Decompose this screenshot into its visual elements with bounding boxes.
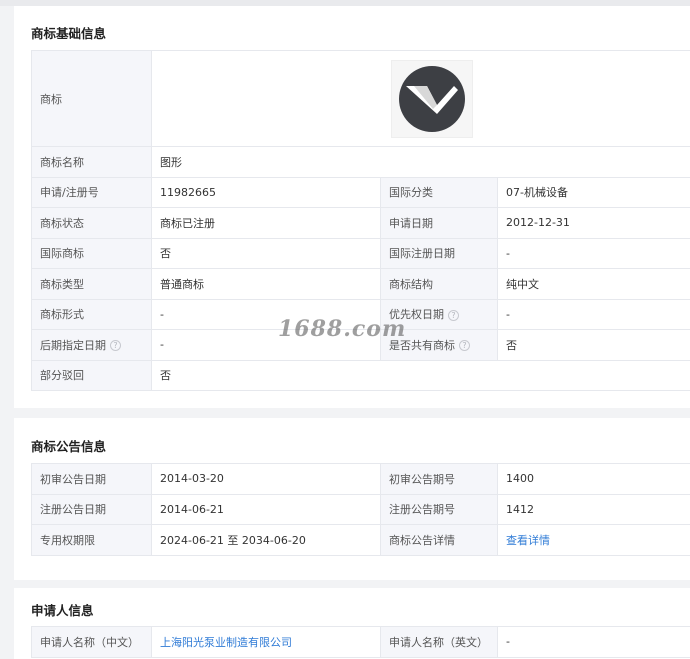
value-shared: 否 <box>497 329 690 361</box>
value-form: - <box>151 298 381 330</box>
label-announce-detail: 商标公告详情 <box>380 524 498 556</box>
label-apply-date: 申请日期 <box>380 207 498 239</box>
trademark-logo-icon <box>398 65 465 132</box>
value-applicant-en: - <box>497 626 690 658</box>
label-shared-cell: 是否共有商标? <box>380 329 498 361</box>
section-title-applicant: 申请人信息 <box>31 603 94 618</box>
value-term: 2024-06-21 至 2034-06-20 <box>151 524 381 556</box>
label-first-announce-no: 初审公告期号 <box>380 463 498 495</box>
value-type: 普通商标 <box>151 268 381 300</box>
label-first-announce-date: 初审公告日期 <box>31 463 152 495</box>
applicant-table: 申请人名称（中文） 上海阳光泵业制造有限公司 申请人名称（英文） - <box>31 626 690 658</box>
label-logo: 商标 <box>31 50 152 147</box>
section-title-basic: 商标基础信息 <box>31 26 107 41</box>
label-priority-date-cell: 优先权日期? <box>380 298 498 330</box>
value-later-date: - <box>151 329 381 361</box>
announcement-table: 初审公告日期 2014-03-20 初审公告期号 1400 注册公告日期 201… <box>31 463 690 556</box>
value-trademark-name: 图形 <box>151 146 690 178</box>
label-structure: 商标结构 <box>380 268 498 300</box>
label-later-date: 后期指定日期 <box>40 338 106 352</box>
announce-detail-cell: 查看详情 <box>497 524 690 556</box>
announcement-info-card: 商标公告信息 初审公告日期 2014-03-20 初审公告期号 1400 注册公… <box>14 418 690 580</box>
value-reg-no: 11982665 <box>151 176 381 208</box>
help-circle-icon[interactable]: ? <box>448 309 459 321</box>
label-status: 商标状态 <box>31 207 152 239</box>
label-partial-reject: 部分驳回 <box>31 359 152 391</box>
value-first-announce-date: 2014-03-20 <box>151 463 381 495</box>
label-form: 商标形式 <box>31 298 152 330</box>
label-reg-no: 申请/注册号 <box>31 176 152 208</box>
value-intl-class: 07-机械设备 <box>497 176 690 208</box>
value-reg-announce-date: 2014-06-21 <box>151 493 381 525</box>
value-first-announce-no: 1400 <box>497 463 690 495</box>
label-shared: 是否共有商标 <box>389 338 455 352</box>
label-priority-date: 优先权日期 <box>389 308 444 322</box>
help-circle-icon[interactable]: ? <box>110 340 121 352</box>
value-apply-date: 2012-12-31 <box>497 207 690 239</box>
logo-cell <box>151 50 690 147</box>
value-reg-announce-no: 1412 <box>497 493 690 525</box>
value-status: 商标已注册 <box>151 207 381 239</box>
label-reg-announce-date: 注册公告日期 <box>31 493 152 525</box>
trademark-image[interactable] <box>390 59 473 138</box>
value-intl-reg-date: - <box>497 237 690 269</box>
help-circle-icon[interactable]: ? <box>459 340 470 352</box>
basic-info-table: 商标 商标名称 图形 申请/注册号 11982665 国际分类 07-机械设备 <box>31 50 690 391</box>
value-structure: 纯中文 <box>497 268 690 300</box>
label-applicant-cn: 申请人名称（中文） <box>31 626 152 658</box>
applicant-cn-cell: 上海阳光泵业制造有限公司 <box>151 626 381 658</box>
value-partial-reject: 否 <box>151 359 690 391</box>
applicant-info-card: 申请人信息 申请人名称（中文） 上海阳光泵业制造有限公司 申请人名称（英文） - <box>14 588 690 659</box>
label-later-date-cell: 后期指定日期? <box>31 329 152 361</box>
label-intl-reg-date: 国际注册日期 <box>380 237 498 269</box>
label-reg-announce-no: 注册公告期号 <box>380 493 498 525</box>
label-type: 商标类型 <box>31 268 152 300</box>
value-priority-date: - <box>497 298 690 330</box>
label-trademark-name: 商标名称 <box>31 146 152 178</box>
basic-info-card: 商标基础信息 商标 商标名称 图形 申请/注册号 11982665 国际分类 0… <box>14 6 690 408</box>
label-applicant-en: 申请人名称（英文） <box>380 626 498 658</box>
label-term: 专用权期限 <box>31 524 152 556</box>
value-intl-mark: 否 <box>151 237 381 269</box>
label-intl-mark: 国际商标 <box>31 237 152 269</box>
label-intl-class: 国际分类 <box>380 176 498 208</box>
view-detail-link[interactable]: 查看详情 <box>506 534 550 547</box>
section-title-announce: 商标公告信息 <box>31 439 107 454</box>
applicant-cn-link[interactable]: 上海阳光泵业制造有限公司 <box>160 636 292 649</box>
